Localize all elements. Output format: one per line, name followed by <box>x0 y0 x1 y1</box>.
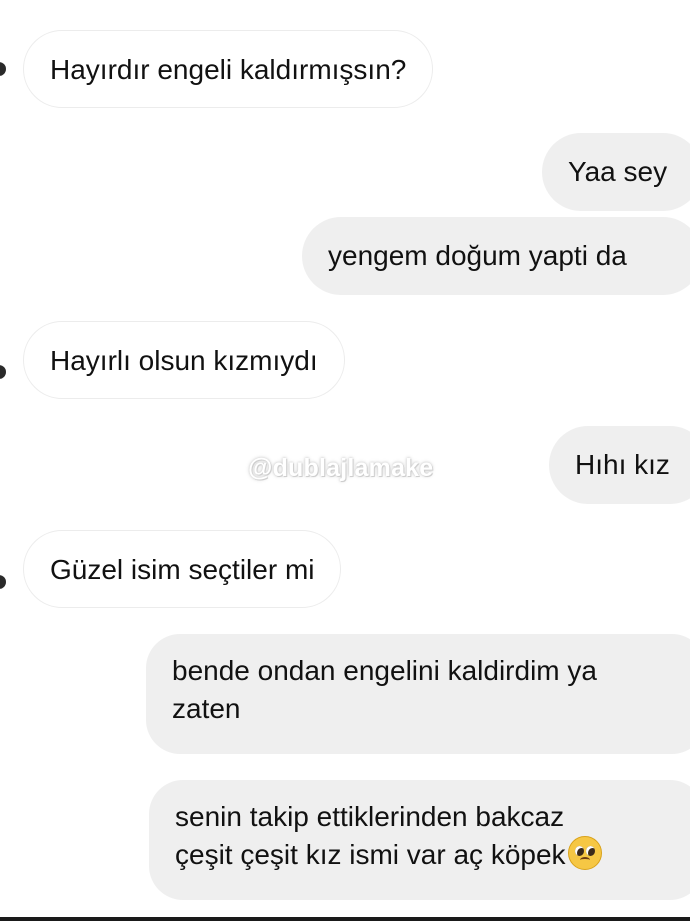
outgoing-message-bubble[interactable]: Yaa sey <box>542 133 690 211</box>
outgoing-message-bubble[interactable]: bende ondan engelini kaldirdim ya zaten <box>146 634 690 754</box>
pleading-face-emoji-icon <box>567 836 602 870</box>
sender-avatar[interactable] <box>0 365 6 379</box>
message-text: yengem doğum yapti da <box>328 240 627 271</box>
message-text: Hıhı kız <box>575 449 670 480</box>
sender-avatar[interactable] <box>0 575 6 589</box>
message-text: Yaa sey <box>568 156 668 187</box>
watermark-text: @dublajlamake <box>248 454 434 482</box>
message-text: Hayırlı olsun kızmıydı <box>50 345 318 376</box>
outgoing-message-bubble[interactable]: yengem doğum yapti da <box>302 217 690 295</box>
incoming-message-bubble[interactable]: Hayırlı olsun kızmıydı <box>23 321 345 399</box>
message-text-line: bende ondan engelini kaldirdim ya <box>172 655 597 686</box>
message-text-line: zaten <box>172 693 241 724</box>
bottom-divider <box>0 917 690 921</box>
message-text: Güzel isim seçtiler mi <box>50 554 315 585</box>
message-text-line: çeşit çeşit kız ismi var aç köpek <box>175 836 678 874</box>
sender-avatar[interactable] <box>0 62 6 76</box>
message-text-line: senin takip ettiklerinden bakcaz <box>175 801 565 832</box>
message-text: Hayırdır engeli kaldırmışsın? <box>50 54 407 85</box>
incoming-message-bubble[interactable]: Güzel isim seçtiler mi <box>23 530 342 608</box>
outgoing-message-bubble[interactable]: Hıhı kız <box>549 426 690 504</box>
incoming-message-bubble[interactable]: Hayırdır engeli kaldırmışsın? <box>23 30 434 108</box>
message-text: çeşit çeşit kız ismi var aç köpek <box>175 839 566 870</box>
outgoing-message-bubble[interactable]: senin takip ettiklerinden bakcaz çeşit ç… <box>149 780 690 900</box>
chat-thread: Hayırdır engeli kaldırmışsın? Yaa sey ye… <box>0 0 690 921</box>
